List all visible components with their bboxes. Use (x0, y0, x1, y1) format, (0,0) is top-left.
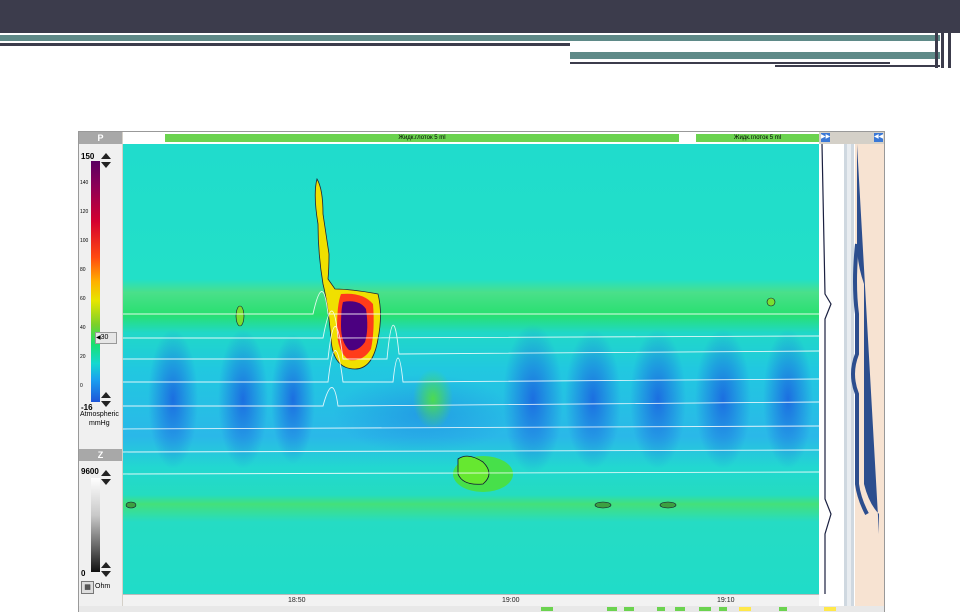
pressure-scale-max: 150 (81, 152, 95, 161)
impedance-max-up-arrow-icon[interactable] (101, 470, 111, 476)
bottom-marker-strip[interactable] (79, 606, 884, 612)
time-label: 19:10 (717, 597, 735, 604)
event-annotation-strip: Жидк.глоток 5 ml Жидк.глоток 5 ml (123, 132, 819, 144)
marker[interactable] (719, 607, 727, 611)
impedance-panel-header: Z (79, 449, 122, 461)
scale-min-down-arrow-icon[interactable] (101, 401, 111, 407)
pressure-tick: 120 (80, 209, 89, 215)
pressure-colorbar (91, 161, 100, 402)
time-label: 19:00 (502, 597, 520, 604)
impedance-scale-min: 0 (81, 569, 86, 578)
topography-canvas (122, 144, 820, 594)
catheter-position-panel (819, 143, 884, 606)
marker[interactable] (779, 607, 787, 611)
pressure-tick: 60 (80, 296, 86, 302)
pressure-tick: 140 (80, 180, 89, 186)
time-label: 18:50 (288, 597, 306, 604)
marker[interactable] (824, 607, 836, 611)
manometry-viewer: P 150 140 120 100 80 60 40 20 0 ◀30 -16 … (78, 131, 885, 612)
collapse-left-icon[interactable]: ◀◀ (874, 133, 883, 142)
marker[interactable] (657, 607, 665, 611)
impedance-scale-max: 9600 (81, 467, 99, 476)
impedance-colorbar (91, 478, 100, 572)
marker[interactable] (699, 607, 711, 611)
expand-right-icon[interactable]: ▶▶ (821, 133, 830, 142)
marker[interactable] (624, 607, 634, 611)
slide-header-stripe (0, 43, 570, 46)
slide-header-stripe (0, 35, 940, 41)
marker[interactable] (675, 607, 685, 611)
marker[interactable] (607, 607, 617, 611)
impedance-settings-icon[interactable]: ▦ (81, 581, 94, 594)
slide-header-bar (0, 0, 960, 33)
pressure-unit: mmHg (89, 420, 110, 427)
impedance-scale-panel: 9600 0 ▦ Ohm (79, 461, 122, 606)
pressure-tick: 80 (80, 267, 86, 273)
slide-header-stripe (570, 62, 890, 64)
pressure-tick: 100 (80, 238, 89, 244)
event-swallow-2[interactable]: Жидк.глоток 5 ml (696, 134, 819, 142)
pressure-scale-panel: 150 140 120 100 80 60 40 20 0 ◀30 -16 At… (79, 144, 122, 449)
pressure-unit-reference: Atmospheric (80, 411, 119, 418)
impedance-min-down-arrow-icon[interactable] (101, 571, 111, 577)
impedance-min-up-arrow-icon[interactable] (101, 562, 111, 568)
pressure-tick: 0 (80, 383, 83, 389)
event-swallow-1[interactable]: Жидк.глоток 5 ml (165, 134, 679, 142)
pressure-tick: 40 (80, 325, 86, 331)
scale-min-up-arrow-icon[interactable] (101, 392, 111, 398)
impedance-max-down-arrow-icon[interactable] (101, 479, 111, 485)
catheter-diagram (819, 143, 884, 606)
scale-max-up-arrow-icon[interactable] (101, 153, 111, 159)
pressure-topography-plot[interactable] (122, 144, 820, 594)
pressure-tick: 20 (80, 354, 86, 360)
marker[interactable] (739, 607, 751, 611)
threshold-handle[interactable]: ◀30 (95, 332, 117, 344)
slide-header-stripe (570, 52, 940, 59)
slide-header-stripe (775, 65, 940, 67)
pressure-panel-header: P (79, 132, 122, 144)
marker[interactable] (541, 607, 553, 611)
impedance-unit: Ohm (95, 583, 111, 590)
scale-max-down-arrow-icon[interactable] (101, 162, 111, 168)
